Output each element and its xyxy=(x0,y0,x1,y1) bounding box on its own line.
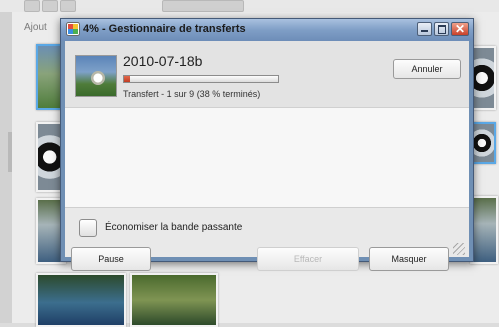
dialog-title-bar[interactable]: 4% - Gestionnaire de transferts ✕ xyxy=(61,19,473,41)
minimize-icon[interactable] xyxy=(417,22,432,36)
toolbar-button[interactable] xyxy=(24,0,40,12)
toolbar-button[interactable] xyxy=(162,0,244,12)
toolbar-button[interactable] xyxy=(60,0,76,12)
photo-app-icon xyxy=(66,22,80,36)
transfer-list-area xyxy=(65,108,469,208)
background-side-panel xyxy=(0,12,12,323)
dialog-content: 2010-07-18b Transfert - 1 sur 9 (38 % te… xyxy=(65,41,469,271)
photo-thumbnail[interactable] xyxy=(36,273,126,327)
transfer-item: 2010-07-18b Transfert - 1 sur 9 (38 % te… xyxy=(65,41,469,108)
bandwidth-checkbox[interactable] xyxy=(79,219,97,237)
transfer-progress-bar xyxy=(123,75,279,83)
transfer-item-thumbnail xyxy=(75,55,117,97)
background-ajout-label: Ajout xyxy=(24,22,47,33)
pause-button[interactable]: Pause xyxy=(71,247,151,271)
bandwidth-checkbox-label[interactable]: Économiser la bande passante xyxy=(105,222,242,233)
close-icon[interactable]: ✕ xyxy=(451,22,469,36)
background-toolbar xyxy=(0,0,499,12)
transfer-status: Transfert - 1 sur 9 (38 % terminés) xyxy=(123,89,261,99)
toolbar-button[interactable] xyxy=(42,0,58,12)
transfer-item-name: 2010-07-18b xyxy=(123,53,203,69)
transfer-progress-fill xyxy=(124,76,131,82)
photo-thumbnail[interactable] xyxy=(130,273,218,327)
hide-button[interactable]: Masquer xyxy=(369,247,449,271)
maximize-icon[interactable] xyxy=(434,22,449,36)
clear-button[interactable]: Effacer xyxy=(257,247,359,271)
resize-grip-icon[interactable] xyxy=(453,243,465,255)
cancel-transfer-button[interactable]: Annuler xyxy=(393,59,461,79)
dialog-title: 4% - Gestionnaire de transferts xyxy=(83,23,246,35)
photo-thumbnail[interactable] xyxy=(470,196,498,264)
dialog-footer: Économiser la bande passante Pause Effac… xyxy=(65,208,469,271)
transfer-manager-dialog: 4% - Gestionnaire de transferts ✕ 2010-0… xyxy=(60,18,474,271)
